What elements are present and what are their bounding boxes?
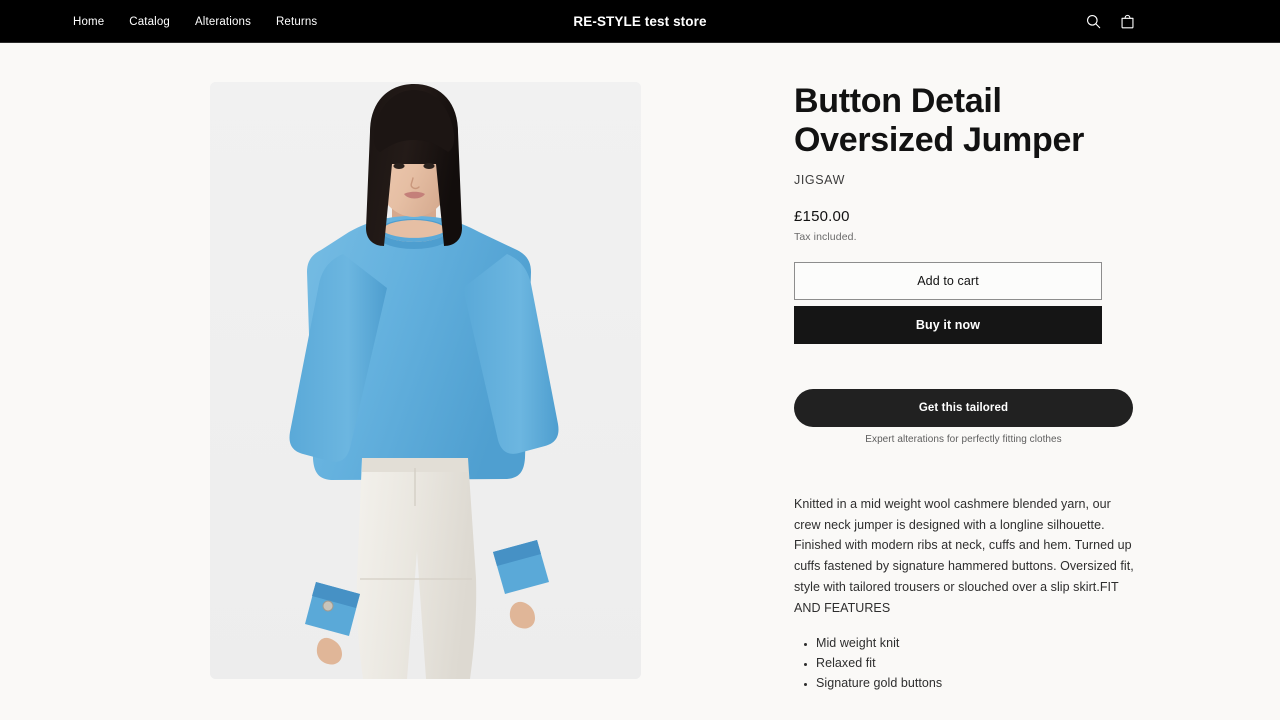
nav-item-catalog[interactable]: Catalog [129,12,170,30]
get-this-tailored-button[interactable]: Get this tailored [794,388,1133,427]
primary-navigation: Home Catalog Alterations Returns [0,12,317,30]
product-price: £150.00 [794,207,850,225]
product-info-column: Button Detail Oversized Jumper JIGSAW £1… [641,43,1280,694]
buy-it-now-button[interactable]: Buy it now [794,305,1102,344]
site-header: Home Catalog Alterations Returns RE-STYL… [0,0,1280,43]
nav-item-returns[interactable]: Returns [276,12,317,30]
description-text: Knitted in a mid weight wool cashmere bl… [794,496,1134,615]
product-vendor: JIGSAW [794,172,846,187]
product-image[interactable] [210,82,641,679]
nav-item-alterations[interactable]: Alterations [195,12,251,30]
feature-item: Relaxed fit [816,653,1139,673]
feature-item: Mid weight knit [816,633,1139,653]
tax-note: Tax included. [794,230,857,243]
cart-button[interactable] [1113,8,1141,36]
product-layout: Button Detail Oversized Jumper JIGSAW £1… [0,43,1280,694]
nav-link-returns[interactable]: Returns [276,16,317,28]
product-photo [210,82,641,679]
product-media-column [0,43,641,679]
search-button[interactable] [1079,8,1107,36]
search-icon [1085,13,1102,30]
nav-link-catalog[interactable]: Catalog [129,16,170,28]
nav-link-home[interactable]: Home [73,16,104,28]
product-title: Button Detail Oversized Jumper [794,82,1084,160]
tailoring-block: Get this tailored Expert alterations for… [794,388,1133,445]
add-to-cart-button[interactable]: Add to cart [794,261,1102,300]
tailoring-caption: Expert alterations for perfectly fitting… [865,433,1062,445]
product-page: Button Detail Oversized Jumper JIGSAW £1… [0,43,1280,720]
purchase-buttons: Add to cart Buy it now [794,261,1102,344]
cart-icon [1119,13,1136,30]
product-description: Knitted in a mid weight wool cashmere bl… [794,494,1139,694]
nav-item-home[interactable]: Home [73,12,104,30]
feature-item: Signature gold buttons [816,673,1139,693]
product-features: Mid weight knit Relaxed fit Signature go… [794,633,1139,694]
nav-link-alterations[interactable]: Alterations [195,16,251,28]
header-actions [1079,0,1280,43]
